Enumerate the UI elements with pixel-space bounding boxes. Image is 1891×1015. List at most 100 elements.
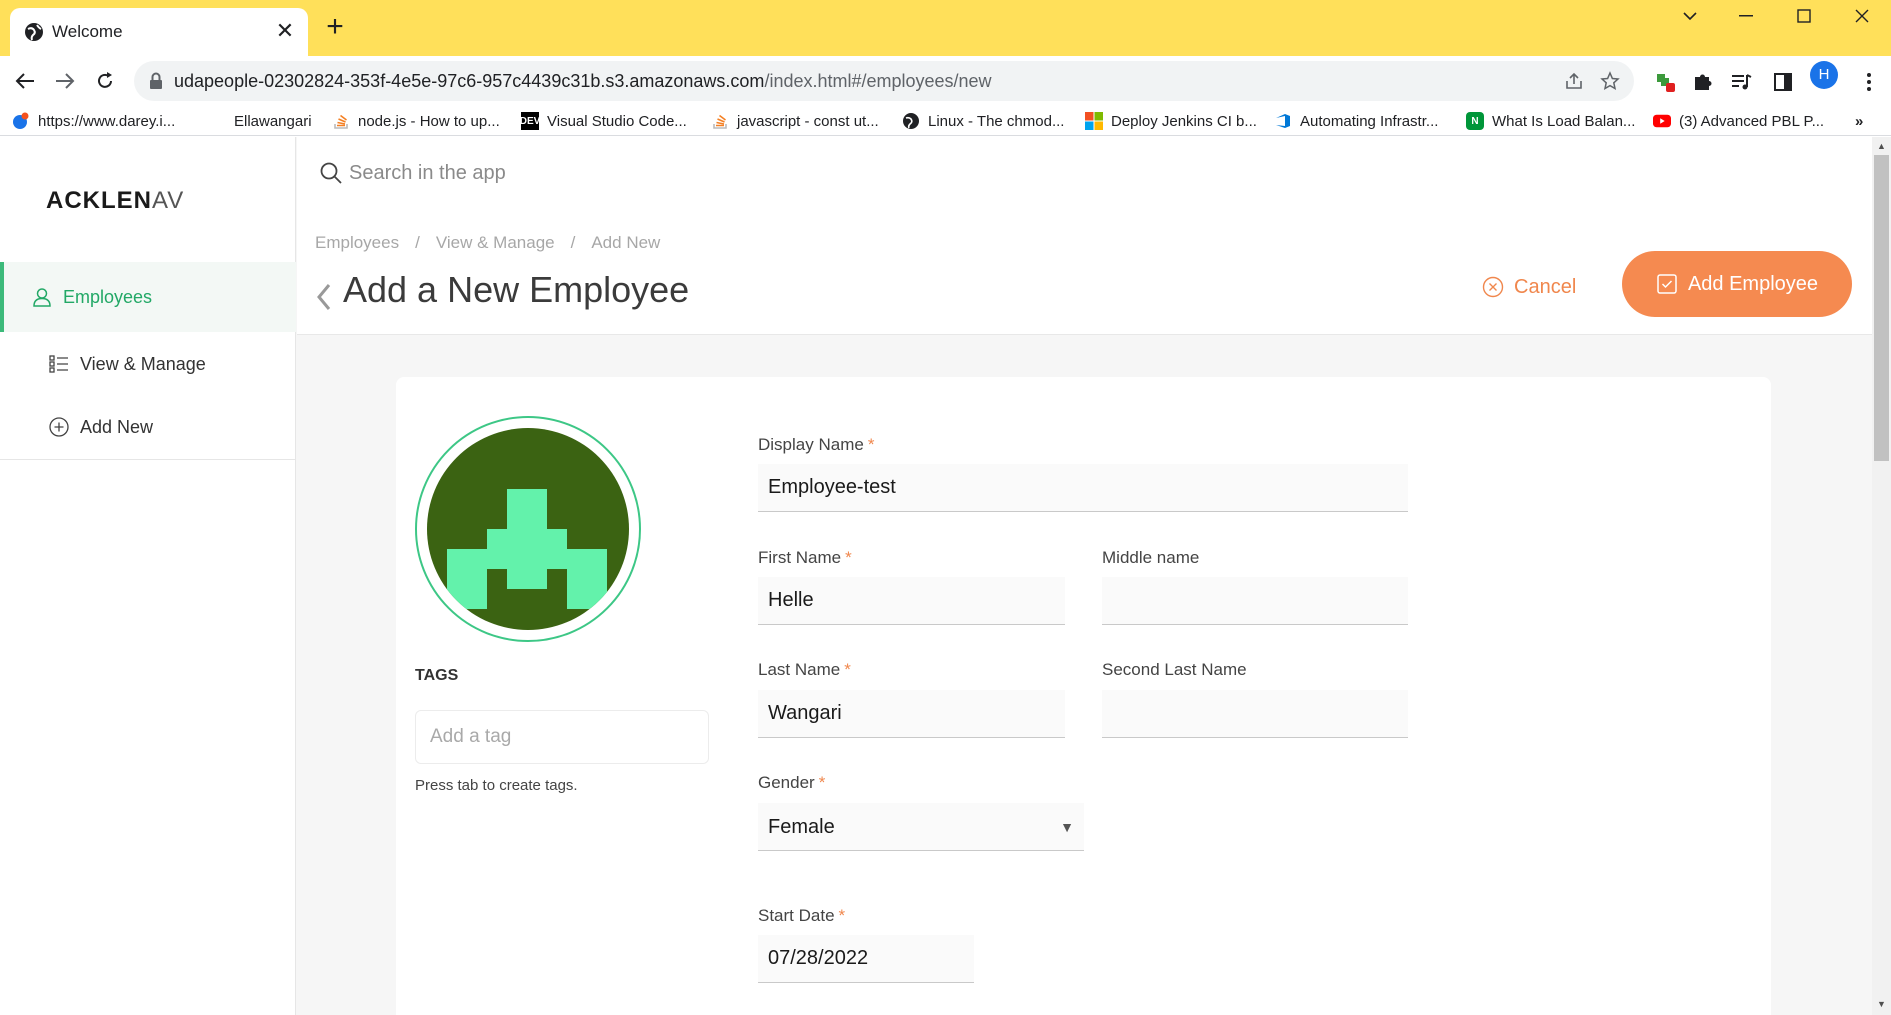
sidebar-item-label: Employees — [63, 286, 153, 307]
search-input[interactable] — [349, 155, 1449, 191]
sidebar-item-employees[interactable]: Employees — [0, 262, 296, 332]
browser-tab-bar: Welcome ✕ + — [0, 0, 1891, 56]
display-name-label: Display Name * — [758, 435, 875, 454]
page-title: Add a New Employee — [343, 269, 690, 310]
tags-label: TAGS — [415, 667, 459, 684]
middle-name-field[interactable] — [1102, 577, 1408, 625]
display-name-field[interactable] — [758, 464, 1408, 512]
omnibox[interactable]: udapeople-02302824-353f-4e5e-97c6-957c44… — [134, 61, 1634, 101]
scroll-thumb[interactable] — [1874, 155, 1889, 461]
globe-icon — [902, 112, 920, 130]
reload-icon[interactable] — [90, 66, 120, 96]
list-icon — [48, 353, 70, 375]
azure-devops-icon — [1274, 112, 1292, 130]
add-employee-button[interactable]: Add Employee — [1622, 251, 1852, 317]
second-last-name-label: Second Last Name — [1102, 660, 1247, 679]
bookmark-jenkins[interactable]: Deploy Jenkins CI b... — [1085, 110, 1257, 132]
browser-tab[interactable]: Welcome ✕ — [10, 8, 308, 56]
sidebar-item-label: View & Manage — [80, 353, 206, 374]
globe-icon — [25, 23, 43, 41]
middle-name-label: Middle name — [1102, 548, 1200, 567]
bookmark-linux[interactable]: Linux - The chmod... — [902, 110, 1064, 132]
url-text: udapeople-02302824-353f-4e5e-97c6-957c44… — [174, 71, 992, 91]
tab-title: Welcome — [52, 22, 123, 41]
lock-icon — [150, 72, 162, 89]
app-root: ACKLENAV Employees View & Manage Add New — [0, 137, 1872, 1015]
employee-form-card: TAGS Press tab to create tags. Display N… — [396, 377, 1771, 1015]
microsoft-icon — [1085, 112, 1103, 130]
sidebar-item-view-manage[interactable]: View & Manage — [0, 329, 296, 399]
page-header: Employees / View & Manage / Add New Add … — [297, 219, 1872, 335]
start-date-field[interactable] — [758, 935, 974, 983]
gender-value: Female — [768, 816, 835, 838]
first-name-label: First Name * — [758, 548, 852, 567]
profile-avatar[interactable]: H — [1810, 61, 1838, 89]
sidebar-item-label: Add New — [80, 416, 154, 437]
breadcrumb-view-manage[interactable]: View & Manage — [436, 233, 555, 253]
cancel-button[interactable]: Cancel — [1482, 269, 1576, 305]
dropdown-caret-icon: ▼ — [1060, 819, 1074, 835]
more-menu-icon[interactable] — [1856, 69, 1882, 95]
breadcrumb-add-new: Add New — [591, 233, 661, 252]
bookmark-youtube[interactable]: (3) Advanced PBL P... — [1653, 110, 1824, 132]
second-last-name-field[interactable] — [1102, 690, 1408, 738]
last-name-field[interactable] — [758, 690, 1065, 738]
avatar[interactable] — [427, 428, 629, 630]
sidebar-item-add-new[interactable]: Add New — [0, 392, 296, 462]
dev-icon: DEV — [520, 112, 540, 130]
share-icon[interactable] — [1562, 69, 1586, 93]
breadcrumb-employees[interactable]: Employees — [315, 233, 399, 253]
checkbox-icon — [1657, 274, 1677, 294]
darey-icon — [12, 112, 30, 130]
bookmark-automating[interactable]: Automating Infrastr... — [1274, 110, 1438, 132]
breadcrumb-separator: / — [415, 233, 420, 252]
scroll-down-icon[interactable]: ▼ — [1876, 999, 1887, 1009]
gender-label: Gender * — [758, 773, 826, 792]
add-employee-label: Add Employee — [1687, 272, 1819, 295]
back-arrow-icon[interactable] — [10, 66, 40, 96]
back-chevron-icon[interactable] — [313, 279, 335, 315]
bookmark-nodejs[interactable]: node.js - How to up... — [332, 110, 500, 132]
bookmark-vscode[interactable]: DEV Visual Studio Code... — [520, 110, 687, 132]
start-date-label: Start Date * — [758, 906, 846, 925]
close-window-icon[interactable] — [1834, 0, 1890, 32]
page-scrollbar[interactable]: ▲ ▼ — [1872, 137, 1891, 1015]
cancel-label: Cancel — [1514, 275, 1577, 298]
scroll-up-icon[interactable]: ▲ — [1876, 141, 1887, 151]
address-bar-row: udapeople-02302824-353f-4e5e-97c6-957c44… — [0, 56, 1891, 106]
bookmarks-bar: https://www.darey.i... Ellawangari node.… — [0, 106, 1891, 136]
new-tab-button[interactable]: + — [320, 12, 350, 42]
first-name-field[interactable] — [758, 577, 1065, 625]
tab-close-icon[interactable]: ✕ — [272, 18, 298, 44]
bookmark-javascript[interactable]: javascript - const ut... — [711, 110, 879, 132]
extension-icon[interactable] — [1652, 69, 1678, 95]
youtube-icon — [1653, 112, 1671, 130]
bookmark-ellawangari[interactable]: Ellawangari — [234, 110, 312, 132]
tag-input[interactable] — [415, 710, 709, 764]
gender-select[interactable]: Female ▼ — [758, 803, 1084, 851]
bookmark-star-icon[interactable] — [1598, 69, 1622, 93]
puzzle-icon[interactable] — [1690, 69, 1716, 95]
plus-circle-icon — [48, 416, 70, 438]
app-logo[interactable]: ACKLENAV — [46, 187, 184, 215]
tab-search-chevron-icon[interactable] — [1662, 0, 1718, 32]
bookmark-load-balancer[interactable]: N What Is Load Balan... — [1466, 110, 1635, 132]
reading-list-icon[interactable] — [1728, 69, 1754, 95]
sidebar: ACKLENAV Employees View & Manage Add New — [0, 137, 296, 1015]
stackoverflow-icon — [711, 112, 729, 130]
bookmark-darey[interactable]: https://www.darey.i... — [12, 110, 175, 132]
cancel-circle-icon — [1482, 276, 1504, 298]
top-search-bar — [297, 137, 1872, 219]
forward-arrow-icon[interactable] — [50, 66, 80, 96]
person-icon — [31, 286, 53, 308]
tag-hint: Press tab to create tags. — [415, 777, 578, 794]
nginx-icon: N — [1466, 112, 1484, 130]
minimize-icon[interactable] — [1718, 0, 1774, 32]
last-name-label: Last Name * — [758, 660, 851, 679]
side-panel-icon[interactable] — [1770, 69, 1796, 95]
breadcrumb-separator: / — [570, 233, 576, 252]
bookmarks-overflow[interactable]: » — [1855, 110, 1863, 132]
maximize-icon[interactable] — [1776, 0, 1832, 32]
sidebar-divider — [0, 459, 296, 460]
identicon-icon — [447, 489, 607, 609]
